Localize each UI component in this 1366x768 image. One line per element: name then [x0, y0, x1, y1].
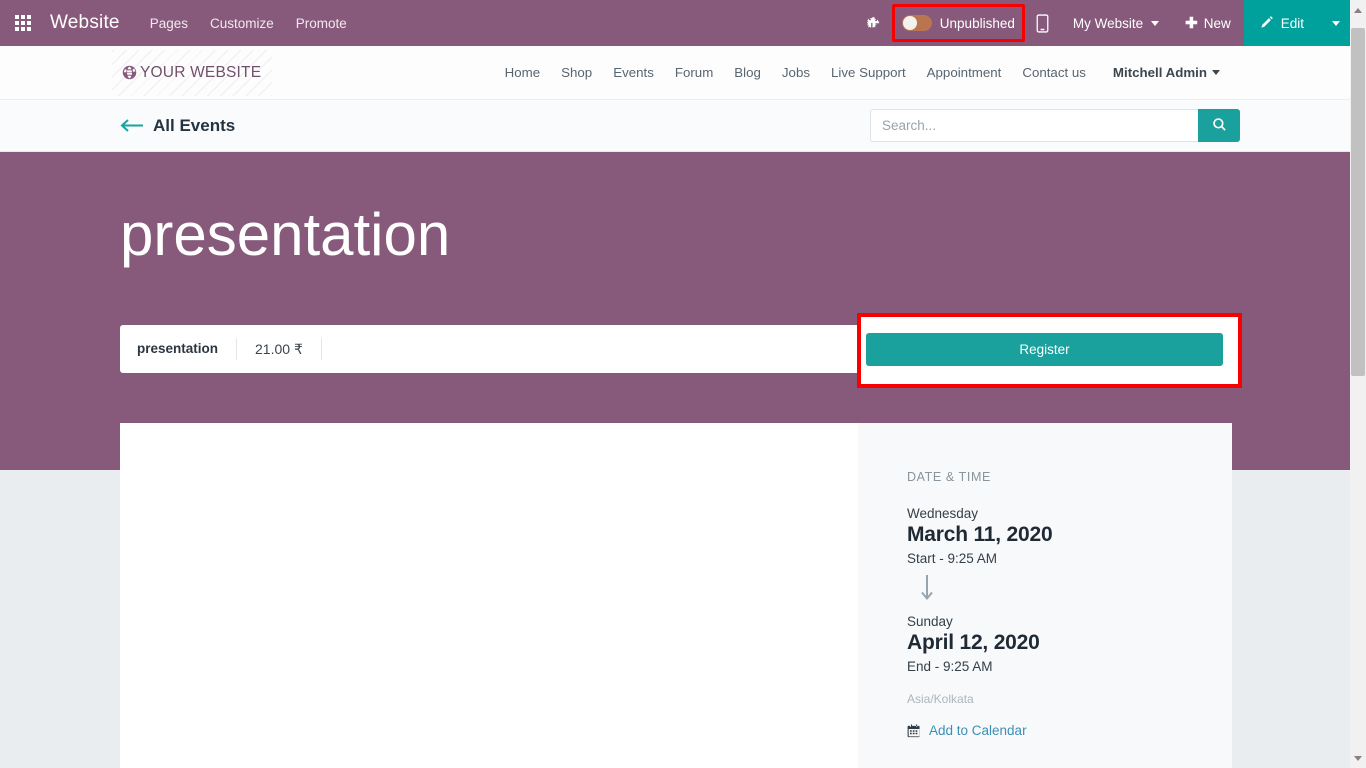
event-subbar: All Events: [0, 100, 1350, 152]
nav-item-forum[interactable]: Forum: [675, 65, 713, 80]
start-time: Start - 9:25 AM: [907, 551, 998, 566]
end-weekday: Sunday: [907, 614, 953, 629]
start-date: March 11, 2020: [907, 523, 1053, 546]
site-logo-text: YOUR WEBSITE: [140, 63, 262, 81]
user-menu-label: Mitchell Admin: [1112, 65, 1207, 80]
edit-button[interactable]: Edit: [1243, 0, 1320, 46]
event-info-sidebar: DATE & TIME Wednesday March 11, 2020 Sta…: [858, 423, 1232, 768]
publish-switch-track[interactable]: [901, 15, 932, 31]
event-search-form: [870, 109, 1240, 142]
user-menu[interactable]: Mitchell Admin: [1113, 65, 1220, 80]
search-button[interactable]: [1198, 109, 1240, 142]
plus-icon: ✚: [1185, 14, 1198, 32]
backend-navbar-right: Unpublished My Website ✚ New Edit: [855, 0, 1350, 46]
publish-toggle[interactable]: Unpublished: [891, 0, 1025, 46]
end-time: End - 9:25 AM: [907, 659, 993, 674]
nav-item-live-support[interactable]: Live Support: [831, 65, 906, 80]
website-selector[interactable]: My Website: [1060, 0, 1172, 46]
bug-icon[interactable]: [855, 0, 892, 46]
register-button[interactable]: Register: [866, 333, 1223, 366]
search-icon: [1212, 117, 1227, 135]
chevron-down-icon: [1151, 20, 1160, 26]
scroll-down-arrow-icon[interactable]: [1350, 750, 1366, 766]
nav-item-events[interactable]: Events: [613, 65, 654, 80]
apps-grid-icon[interactable]: [0, 0, 46, 46]
nav-item-home[interactable]: Home: [505, 65, 540, 80]
new-button-label: New: [1203, 15, 1231, 31]
chevron-down-icon: [1332, 20, 1340, 26]
event-description-panel: [120, 423, 858, 768]
site-nav: Home Shop Events Forum Blog Jobs Live Su…: [505, 65, 1220, 80]
scrollbar-thumb[interactable]: [1351, 28, 1365, 376]
page-scrollbar[interactable]: [1350, 0, 1366, 768]
start-weekday: Wednesday: [907, 506, 979, 521]
nav-item-jobs[interactable]: Jobs: [782, 65, 810, 80]
edit-button-label: Edit: [1280, 15, 1304, 31]
back-to-all-events-label: All Events: [153, 115, 236, 135]
chevron-down-icon: [1212, 70, 1220, 75]
globe-icon: [122, 65, 137, 80]
ticket-price: 21.00 ₹: [237, 338, 322, 360]
menu-item-pages[interactable]: Pages: [150, 16, 188, 31]
event-content-row: DATE & TIME Wednesday March 11, 2020 Sta…: [120, 423, 1232, 768]
add-to-calendar-link[interactable]: Add to Calendar: [907, 723, 1232, 738]
edit-dropdown-toggle[interactable]: [1320, 0, 1350, 46]
website-selector-label: My Website: [1072, 15, 1144, 31]
menu-item-customize[interactable]: Customize: [210, 16, 274, 31]
backend-menu: Pages Customize Promote: [150, 16, 347, 31]
mobile-phone-icon[interactable]: [1025, 0, 1060, 46]
backend-navbar: Website Pages Customize Promote Unpublis…: [0, 0, 1350, 46]
publish-status-label: Unpublished: [939, 15, 1015, 31]
ticket-name: presentation: [120, 338, 238, 360]
nav-item-blog[interactable]: Blog: [734, 65, 761, 80]
back-to-all-events-link[interactable]: All Events: [120, 116, 235, 136]
nav-item-appointment[interactable]: Appointment: [927, 65, 1002, 80]
arrow-down-icon: [921, 575, 1232, 607]
publish-switch-knob: [902, 16, 917, 30]
new-button[interactable]: ✚ New: [1172, 0, 1244, 46]
scroll-up-arrow-icon[interactable]: [1350, 2, 1366, 18]
nav-item-shop[interactable]: Shop: [561, 65, 592, 80]
date-time-heading: DATE & TIME: [907, 470, 991, 484]
arrow-left-icon: [120, 119, 144, 132]
nav-item-contact-us[interactable]: Contact us: [1022, 65, 1086, 80]
menu-item-promote[interactable]: Promote: [296, 16, 347, 31]
app-brand-name[interactable]: Website: [50, 12, 120, 34]
search-input[interactable]: [870, 109, 1198, 142]
pencil-icon: [1260, 15, 1274, 32]
add-to-calendar-label: Add to Calendar: [929, 723, 1027, 738]
site-logo[interactable]: YOUR WEBSITE: [111, 49, 273, 96]
end-date: April 12, 2020: [907, 631, 1040, 654]
site-header: YOUR WEBSITE Home Shop Events Forum Blog…: [0, 46, 1350, 100]
page-title: presentation: [120, 201, 451, 268]
calendar-icon: [907, 723, 921, 738]
timezone-label: Asia/Kolkata: [907, 692, 974, 706]
